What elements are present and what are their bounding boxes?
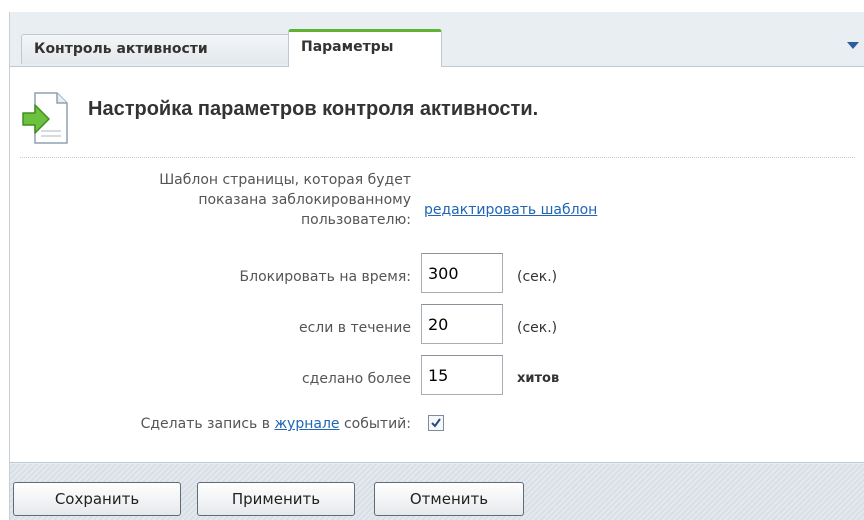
- document-arrow-icon: [22, 92, 68, 144]
- hits-unit: хитов: [517, 371, 560, 386]
- journal-suffix: событий:: [343, 416, 411, 432]
- template-label: Шаблон страницы, которая будет показана …: [159, 172, 411, 228]
- hits-input[interactable]: [421, 355, 503, 395]
- journal-link[interactable]: журнале: [274, 416, 339, 432]
- block-time-label: Блокировать на время:: [239, 269, 411, 285]
- tabs-dropdown-arrow-icon[interactable]: [847, 42, 859, 49]
- cancel-button[interactable]: Отменить: [374, 482, 524, 516]
- period-label: если в течение: [298, 320, 411, 336]
- block-time-unit: (сек.): [517, 269, 558, 285]
- period-input[interactable]: [421, 304, 503, 344]
- header-divider: [20, 157, 855, 158]
- save-button[interactable]: Сохранить: [13, 482, 181, 516]
- tab-activity-control[interactable]: Контроль активности: [21, 34, 296, 64]
- parameters-panel: Настройка параметров контроля активности…: [10, 66, 864, 463]
- page-title: Настройка параметров контроля активности…: [88, 98, 539, 120]
- settings-window: Контроль активности Параметры Настройка …: [9, 12, 864, 520]
- journal-checkbox[interactable]: [428, 415, 444, 431]
- journal-option-label: Сделать запись в журнале событий:: [141, 414, 411, 434]
- period-unit: (сек.): [517, 320, 558, 336]
- section-header: Настройка параметров контроля активности…: [20, 89, 850, 145]
- apply-button[interactable]: Применить: [197, 482, 355, 516]
- edit-template-link[interactable]: редактировать шаблон: [424, 202, 597, 218]
- checkmark-icon: [431, 418, 441, 428]
- block-time-input[interactable]: [421, 253, 503, 293]
- hits-label: сделано более: [301, 371, 411, 387]
- journal-prefix: Сделать запись в: [140, 416, 270, 432]
- tab-bar: Контроль активности Параметры: [10, 12, 864, 67]
- tab-parameters[interactable]: Параметры: [288, 29, 442, 67]
- button-bar: Сохранить Применить Отменить: [10, 464, 864, 520]
